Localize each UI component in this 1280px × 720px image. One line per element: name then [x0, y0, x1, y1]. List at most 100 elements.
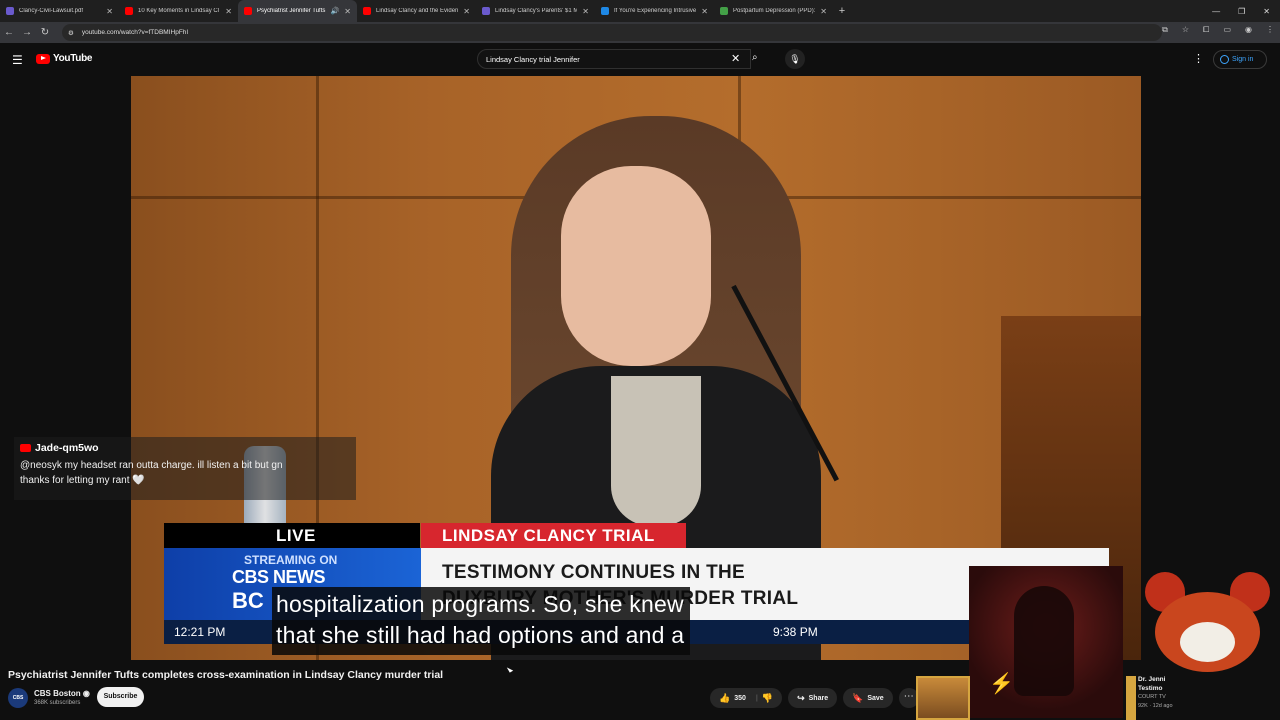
browser-toolbar-icons: ⧉ ☆ ⧠ ▭ ◉ ⋮ [1162, 25, 1274, 35]
browser-tab-bar: Clancy-Civil-Lawsuit.pdf ✕ 10 Key Moment… [0, 0, 1280, 22]
closed-captions: hospitalization programs. So, she knew t… [272, 587, 691, 655]
recommended-meta: 92K · 12d ago [1138, 703, 1173, 709]
channel-avatar[interactable]: CBS [8, 688, 28, 708]
recommended-channel: COURT TV [1138, 694, 1166, 700]
caption-line: hospitalization programs. So, she knew [276, 591, 684, 617]
close-icon[interactable]: ✕ [344, 7, 351, 16]
thumbs-down-icon[interactable]: 👎 [762, 693, 773, 704]
network-label: CBS NEWS [232, 567, 326, 587]
like-button[interactable]: 👍 350 | 👎 [710, 688, 783, 708]
speaker-icon[interactable]: 🔊 [331, 7, 340, 15]
restore-icon[interactable]: ❐ [1238, 7, 1245, 16]
profile-icon[interactable]: ◉ [1245, 25, 1252, 35]
chat-user: Jade-qm5wo [20, 442, 350, 454]
save-label: Save [867, 694, 884, 702]
tab-title: Postpartum Depression (PPD): [733, 8, 816, 14]
sign-in-button[interactable]: Sign in [1213, 50, 1267, 69]
bookmark-icon: 🔖 [852, 692, 864, 703]
streaming-label: STREAMING ON [244, 553, 338, 567]
topic-banner: LINDSAY CLANCY TRIAL [421, 523, 686, 548]
divider: | [755, 694, 758, 702]
search-input[interactable]: Lindsay Clancy trial Jennifer [477, 49, 751, 69]
youtube-icon [125, 7, 133, 15]
share-button[interactable]: ↪ Share [788, 688, 838, 708]
back-icon[interactable]: ← [0, 27, 18, 38]
ticker-time-right: 9:38 PM [773, 625, 818, 639]
live-banner: LIVE [164, 523, 420, 548]
thumbs-up-icon: 👍 [719, 692, 731, 703]
address-bar-row: ← → ↻ ⚙ youtube.com/watch?v=fTDBMIHpFhI … [0, 22, 1280, 43]
recommended-title-line: Dr. Jenni [1138, 676, 1166, 683]
browser-tab-active[interactable]: Psychiatrist Jennifer Tufts c 🔊 ✕ [238, 0, 357, 22]
new-tab-icon[interactable]: + [833, 5, 851, 17]
avatar-face [1180, 622, 1235, 662]
youtube-logo-text: YouTube [53, 53, 93, 64]
extensions-icon[interactable]: ⧠ [1203, 25, 1209, 35]
url-field[interactable]: ⚙ youtube.com/watch?v=fTDBMIHpFhI [62, 24, 1162, 41]
witness-blouse [611, 376, 701, 526]
site-icon [482, 7, 490, 15]
browser-tab[interactable]: If You're Experiencing Intrusive ✕ [595, 0, 714, 22]
tab-title: Lindsay Clancy's Parents' $1 M [495, 8, 578, 14]
clear-search-icon[interactable]: ✕ [731, 52, 740, 65]
like-count: 350 [734, 694, 746, 702]
menu-icon[interactable]: ☰ [12, 53, 23, 67]
recommended-thumbnail[interactable] [916, 676, 970, 720]
subscribe-button[interactable]: Subscribe [97, 687, 144, 707]
chat-message-line: @neosyk my headset ran outta charge. ill… [20, 460, 283, 471]
search-icon[interactable]: ⌕ [752, 52, 758, 63]
chat-username: Jade-qm5wo [35, 442, 99, 454]
settings-kebab-icon[interactable]: ⋮ [1193, 52, 1204, 65]
youtube-play-icon [36, 53, 50, 64]
red-panda-avatar [1125, 567, 1280, 677]
chat-message: @neosyk my headset ran outta charge. ill… [20, 458, 350, 488]
bookmark-star-icon[interactable]: ☆ [1182, 25, 1189, 35]
youtube-logo[interactable]: YouTube [36, 53, 93, 64]
chat-overlay: Jade-qm5wo @neosyk my headset ran outta … [14, 437, 356, 500]
minimize-icon[interactable]: — [1212, 7, 1220, 16]
mouse-cursor [506, 665, 514, 673]
forward-icon[interactable]: → [18, 27, 36, 38]
cast-icon[interactable]: ▭ [1223, 25, 1231, 35]
browser-tab[interactable]: Clancy-Civil-Lawsuit.pdf ✕ [0, 0, 119, 22]
close-icon[interactable]: ✕ [701, 7, 708, 16]
recommended-video[interactable]: Dr. Jenni Testimo COURT TV 92K · 12d ago [1138, 675, 1268, 711]
microphone-icon[interactable]: 🎙 [785, 49, 805, 69]
youtube-icon [244, 7, 252, 15]
close-window-icon[interactable]: ✕ [1263, 7, 1270, 16]
save-button[interactable]: 🔖 Save [843, 688, 893, 708]
verified-icon: ◉ [82, 689, 90, 698]
browser-tab[interactable]: Postpartum Depression (PPD): ✕ [714, 0, 833, 22]
browser-tab[interactable]: Lindsay Clancy's Parents' $1 M ✕ [476, 0, 595, 22]
share-icon: ↪ [797, 692, 805, 703]
reload-icon[interactable]: ↻ [36, 27, 54, 38]
tab-title: 10 Key Moments in Lindsay Cl [138, 8, 220, 14]
close-icon[interactable]: ✕ [820, 7, 827, 16]
city-label: BC [232, 588, 264, 613]
tab-title: If You're Experiencing Intrusive [614, 8, 697, 14]
site-icon [601, 7, 609, 15]
close-icon[interactable]: ✕ [106, 7, 113, 16]
chat-message-line: thanks for letting my rant 🤍 [20, 475, 145, 486]
witness-face [561, 166, 711, 366]
recommended-title-line: Testimo [1138, 685, 1163, 692]
pdf-icon [6, 7, 14, 15]
tab-title: Psychiatrist Jennifer Tufts c [257, 8, 326, 14]
youtube-icon [363, 7, 371, 15]
site-icon [720, 7, 728, 15]
close-icon[interactable]: ✕ [463, 7, 470, 16]
recommended-thumbnail-edge[interactable] [1126, 676, 1136, 720]
subscriber-count: 368K subscribers [34, 700, 81, 706]
browser-menu-icon[interactable]: ⋮ [1266, 25, 1274, 35]
account-icon [1220, 55, 1229, 64]
video-actions: 👍 350 | 👎 ↪ Share 🔖 Save ⋯ [710, 688, 919, 708]
site-info-icon[interactable]: ⚙ [68, 29, 74, 37]
browser-tab[interactable]: Lindsay Clancy and the Eviden ✕ [357, 0, 476, 22]
caption-line: that she still had had options and and a [276, 622, 685, 648]
close-icon[interactable]: ✕ [225, 7, 232, 16]
close-icon[interactable]: ✕ [582, 7, 589, 16]
tab-title: Lindsay Clancy and the Eviden [376, 8, 459, 14]
browser-tab[interactable]: 10 Key Moments in Lindsay Cl ✕ [119, 0, 238, 22]
channel-name[interactable]: CBS Boston ◉ [34, 689, 90, 698]
install-icon[interactable]: ⧉ [1162, 25, 1168, 35]
